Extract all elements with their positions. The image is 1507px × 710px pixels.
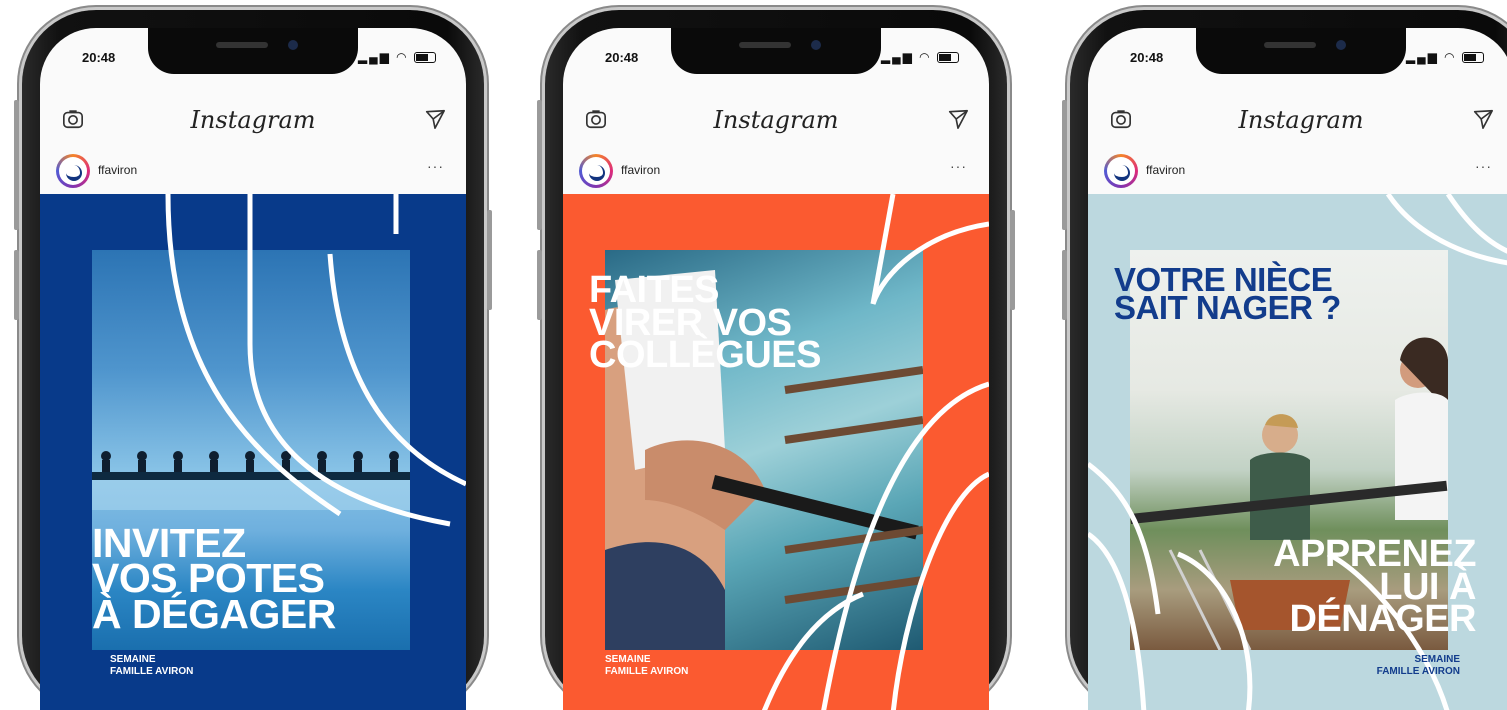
status-icons: ▂▄▆ ◠ <box>881 50 959 64</box>
signal-icon: ▂▄▆ <box>357 50 391 64</box>
avatar[interactable] <box>1104 154 1138 188</box>
account-username[interactable]: ffaviron <box>1146 163 1185 177</box>
post-image: VOTRE NIÈCE SAIT NAGER ? APPRENEZ LUI À … <box>1088 194 1507 710</box>
status-icons: ▂▄▆ ◠ <box>1406 50 1484 64</box>
status-time: 20:48 <box>1130 50 1164 65</box>
wifi-icon: ◠ <box>919 50 932 64</box>
account-username[interactable]: ffaviron <box>98 163 137 177</box>
status-time: 20:48 <box>605 50 639 65</box>
instagram-header: Instagram <box>40 98 466 142</box>
campaign-footer: SEMAINE FAMILLE AVIRON <box>1377 654 1460 678</box>
headline-line: DÉNAGER <box>1289 598 1476 641</box>
post-image: FAITES VIRER VOS COLLÈGUES SEMAINE FAMIL… <box>563 194 989 710</box>
post-account-row[interactable]: ffaviron ··· <box>563 148 989 194</box>
post-account-row[interactable]: ffaviron ··· <box>1088 148 1507 194</box>
wifi-icon: ◠ <box>1444 50 1457 64</box>
instagram-header: Instagram <box>1088 98 1507 142</box>
account-username[interactable]: ffaviron <box>621 163 660 177</box>
headline-line: COLLÈGUES <box>589 334 821 377</box>
post-headline: APPRENEZ LUI À DÉNAGER <box>1208 535 1476 641</box>
footer-line: SEMAINE <box>1414 654 1460 665</box>
instagram-header: Instagram <box>563 98 989 142</box>
more-options-icon[interactable]: ··· <box>950 158 967 174</box>
post-image: INVITEZ VOS POTES À DÉGAGER SEMAINE FAMI… <box>40 194 466 710</box>
paper-plane-icon[interactable] <box>1472 108 1494 130</box>
phone-mockup-3: 20:48 ▂▄▆ ◠ Instagram ffaviron ··· VOTRE… <box>1062 10 1507 710</box>
phone-notch <box>1196 28 1406 74</box>
phone-mockup-2: 20:48 ▂▄▆ ◠ Instagram ffaviron ··· FAITE… <box>537 10 1015 710</box>
headline-line: SAIT NAGER ? <box>1114 289 1341 327</box>
footer-line: FAMILLE AVIRON <box>110 666 194 677</box>
paper-plane-icon[interactable] <box>424 108 446 130</box>
post-account-row[interactable]: ffaviron ··· <box>40 148 466 194</box>
instagram-logo: Instagram <box>190 106 316 134</box>
phone-screen: 20:48 ▂▄▆ ◠ Instagram ffaviron ··· <box>1088 28 1507 710</box>
campaign-footer: SEMAINE FAMILLE AVIRON <box>605 654 688 678</box>
footer-line: FAMILLE AVIRON <box>605 666 689 677</box>
instagram-logo: Instagram <box>713 106 839 134</box>
footer-line: SEMAINE <box>605 654 651 665</box>
wifi-icon: ◠ <box>396 50 409 64</box>
campaign-footer: SEMAINE FAMILLE AVIRON <box>110 654 193 678</box>
phone-screen: 20:48 ▂▄▆ ◠ Instagram ffaviron ··· <box>40 28 466 710</box>
phone-notch <box>148 28 358 74</box>
post-headline: FAITES VIRER VOS COLLÈGUES <box>589 271 821 377</box>
more-options-icon[interactable]: ··· <box>1475 158 1492 174</box>
post-headline: INVITEZ VOS POTES À DÉGAGER <box>92 522 336 637</box>
phone-notch <box>671 28 881 74</box>
more-options-icon[interactable]: ··· <box>427 158 444 174</box>
status-time: 20:48 <box>82 50 116 65</box>
signal-icon: ▂▄▆ <box>1405 50 1439 64</box>
instagram-logo: Instagram <box>1238 106 1364 134</box>
paper-plane-icon[interactable] <box>947 108 969 130</box>
avatar[interactable] <box>56 154 90 188</box>
battery-icon <box>937 52 959 64</box>
signal-icon: ▂▄▆ <box>880 50 914 64</box>
battery-icon <box>414 52 436 64</box>
status-icons: ▂▄▆ ◠ <box>358 50 436 64</box>
avatar[interactable] <box>579 154 613 188</box>
phone-mockup-1: 20:48 ▂▄▆ ◠ Instagram ffaviron ··· INVIT… <box>14 10 492 710</box>
battery-icon <box>1462 52 1484 64</box>
footer-line: FAMILLE AVIRON <box>1376 666 1460 677</box>
footer-line: SEMAINE <box>110 654 156 665</box>
headline-line: À DÉGAGER <box>92 590 336 637</box>
phone-screen: 20:48 ▂▄▆ ◠ Instagram ffaviron ··· <box>563 28 989 710</box>
post-headline-top: VOTRE NIÈCE SAIT NAGER ? <box>1114 263 1341 327</box>
